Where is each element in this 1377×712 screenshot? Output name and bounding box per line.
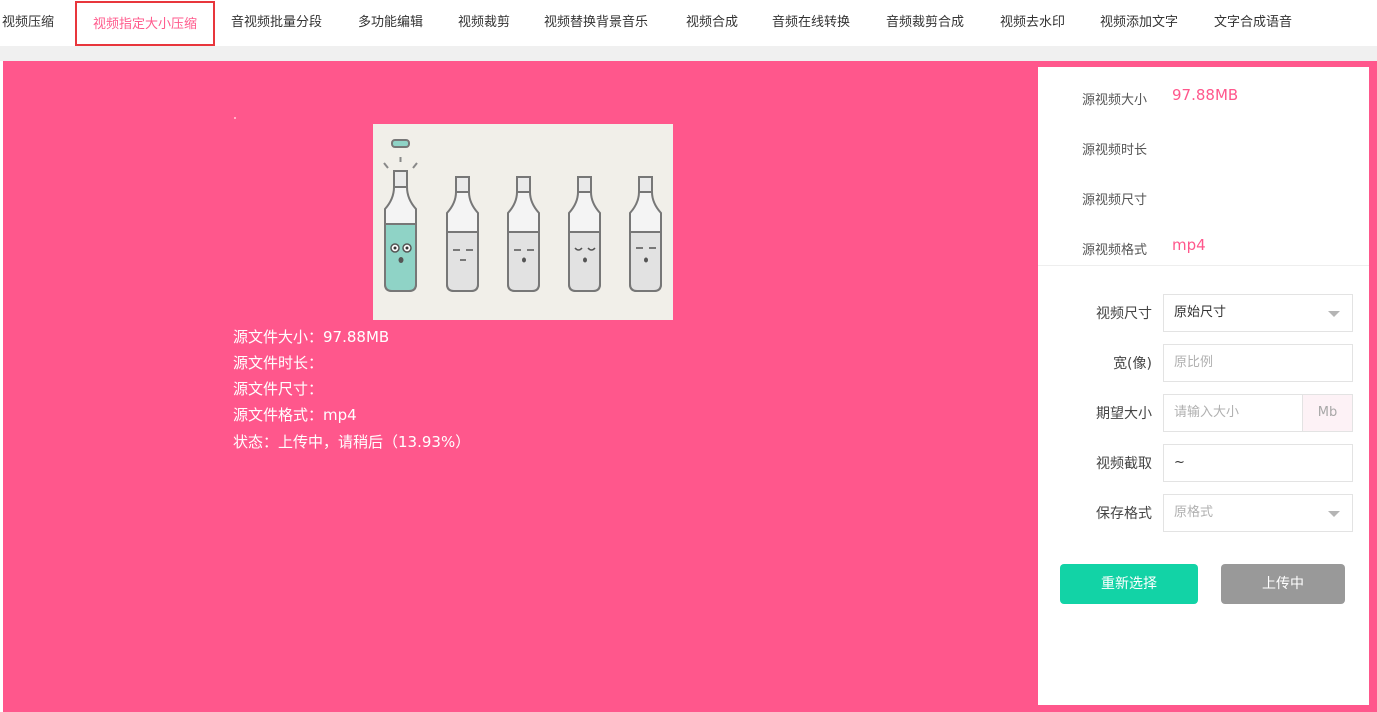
source-size-row: 源视频大小 97.88MB bbox=[1038, 85, 1369, 109]
video-size-label: 视频尺寸 bbox=[1096, 306, 1152, 322]
video-size-value: 原始尺寸 bbox=[1174, 305, 1227, 320]
width-input[interactable]: 原比例 bbox=[1163, 344, 1353, 382]
uploading-button[interactable]: 上传中 bbox=[1221, 564, 1345, 604]
save-format-placeholder: 原格式 bbox=[1174, 505, 1214, 520]
file-format-info: 源文件格式：mp4 bbox=[233, 406, 357, 424]
settings-panel: 源视频大小 97.88MB 源视频时长 源视频尺寸 源视频格式 mp4 视频尺寸… bbox=[1038, 67, 1369, 705]
target-size-unit: Mb bbox=[1303, 394, 1353, 432]
chevron-down-icon bbox=[1328, 311, 1340, 317]
tab-multi-edit[interactable]: 多功能编辑 bbox=[358, 0, 423, 46]
source-size-value: 97.88MB bbox=[1172, 86, 1239, 104]
source-dimensions-label: 源视频尺寸 bbox=[1082, 193, 1148, 208]
save-format-label: 保存格式 bbox=[1096, 506, 1152, 522]
tab-replace-music[interactable]: 视频替换背景音乐 bbox=[544, 0, 648, 46]
video-size-select[interactable]: 原始尺寸 bbox=[1163, 294, 1353, 332]
source-format-value: mp4 bbox=[1172, 236, 1206, 254]
tab-remove-watermark[interactable]: 视频去水印 bbox=[1000, 0, 1065, 46]
clip-label: 视频截取 bbox=[1096, 456, 1152, 472]
tab-video-merge[interactable]: 视频合成 bbox=[686, 0, 738, 46]
tab-video-compress[interactable]: 视频压缩 bbox=[2, 0, 54, 46]
tab-video-size-compress[interactable]: 视频指定大小压缩 bbox=[75, 1, 215, 46]
media-marker bbox=[234, 117, 236, 119]
reselect-button[interactable]: 重新选择 bbox=[1060, 564, 1198, 604]
file-duration-info: 源文件时长： bbox=[233, 354, 324, 372]
tab-video-crop[interactable]: 视频裁剪 bbox=[458, 0, 510, 46]
chevron-down-icon bbox=[1328, 511, 1340, 517]
tab-batch-split[interactable]: 音视频批量分段 bbox=[231, 0, 322, 46]
source-dimensions-row: 源视频尺寸 bbox=[1038, 185, 1369, 209]
source-size-label: 源视频大小 bbox=[1082, 93, 1148, 108]
upload-status: 状态：上传中，请稍后（13.93%） bbox=[233, 433, 471, 451]
source-duration-row: 源视频时长 bbox=[1038, 135, 1369, 159]
tab-bar-separator bbox=[0, 46, 1377, 61]
tab-audio-crop-merge[interactable]: 音频裁剪合成 bbox=[886, 0, 964, 46]
tab-audio-convert[interactable]: 音频在线转换 bbox=[772, 0, 850, 46]
file-dimensions-info: 源文件尺寸： bbox=[233, 380, 324, 398]
target-size-label: 期望大小 bbox=[1096, 406, 1152, 422]
file-size-info: 源文件大小：97.88MB bbox=[233, 328, 390, 346]
source-format-label: 源视频格式 bbox=[1082, 243, 1148, 258]
source-format-row: 源视频格式 mp4 bbox=[1038, 235, 1369, 259]
tab-text-to-speech[interactable]: 文字合成语音 bbox=[1214, 0, 1292, 46]
width-label: 宽(像) bbox=[1113, 356, 1152, 372]
target-size-input[interactable]: 请输入大小 bbox=[1163, 394, 1303, 432]
source-duration-label: 源视频时长 bbox=[1082, 143, 1148, 158]
save-format-select[interactable]: 原格式 bbox=[1163, 494, 1353, 532]
bottles-illustration-icon bbox=[383, 139, 662, 292]
video-thumbnail bbox=[373, 124, 673, 320]
panel-divider bbox=[1038, 265, 1369, 266]
tab-add-text[interactable]: 视频添加文字 bbox=[1100, 0, 1178, 46]
clip-range-input[interactable]: ~ bbox=[1163, 444, 1353, 482]
tab-bar: 视频压缩 视频指定大小压缩 音视频批量分段 多功能编辑 视频裁剪 视频替换背景音… bbox=[0, 0, 1377, 46]
